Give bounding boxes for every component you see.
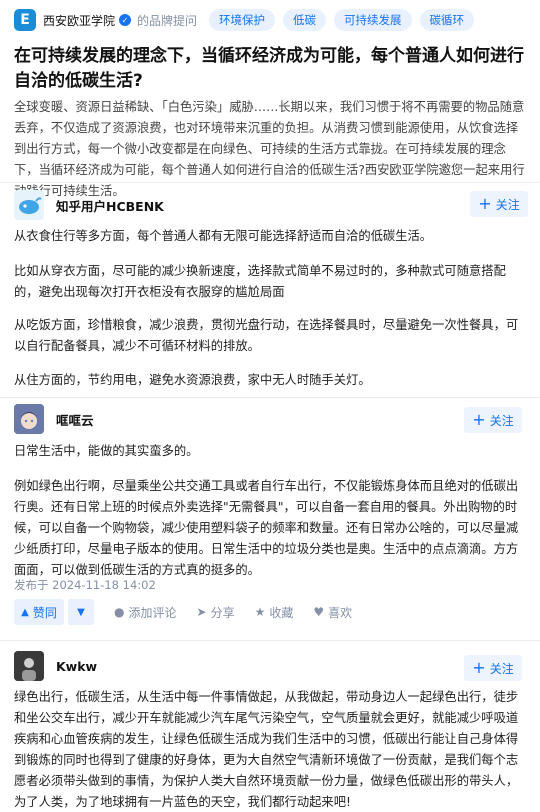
share-button[interactable]: ➤ 分享 [197, 604, 235, 621]
avatar[interactable] [14, 651, 44, 681]
follow-label: 关注 [489, 661, 514, 676]
answer-paragraph: 例如绿色出行啊，尽量乘坐公共交通工具或者自行车出行，不仅能锻炼身体而且绝对的低碳… [14, 479, 519, 577]
topic-tag[interactable]: 低碳 [283, 9, 327, 31]
comment-label: 添加评论 [128, 605, 177, 620]
topic-tags: 环境保护 低碳 可持续发展 碳循环 [209, 9, 482, 31]
plus-icon: + [472, 410, 486, 429]
answer-paragraph: 从衣食住行等多方面，每个普通人都有无限可能选择舒适而自洽的低碳生活。 [14, 229, 433, 243]
share-label: 分享 [210, 605, 235, 620]
follow-label: 关注 [495, 197, 520, 212]
author-name[interactable]: 知乎用户HCBENK [56, 196, 164, 215]
star-icon: ★ [254, 605, 266, 619]
question-title[interactable]: 在可持续发展的理念下，当循环经济成为可能，每个普通人如何进行自洽的低碳生活? [14, 44, 530, 94]
plus-icon: + [478, 194, 492, 213]
publish-date[interactable]: 发布于 2024-11-18 14:02 [14, 577, 156, 593]
triangle-down-icon: ▼ [77, 606, 85, 618]
like-button[interactable]: ♥ 喜欢 [313, 604, 352, 621]
follow-button[interactable]: + 关注 [470, 191, 528, 217]
question-header: E 西安欧亚学院 ✓ 的品牌提问 环境保护 低碳 可持续发展 碳循环 [0, 0, 540, 40]
answer-divider [0, 640, 540, 641]
section-divider [0, 182, 540, 183]
avatar[interactable] [14, 404, 44, 434]
verified-icon: ✓ [119, 14, 132, 26]
question-description: 全球变暖、资源日益稀缺、「白色污染」威胁……长期以来，我们习惯于将不再需要的物品… [14, 100, 525, 198]
answer-divider [0, 397, 540, 398]
org-name-link[interactable]: 西安欧亚学院 [43, 12, 115, 29]
follow-button[interactable]: + 关注 [464, 655, 522, 681]
like-label: 喜欢 [328, 605, 353, 620]
avatar[interactable] [14, 190, 44, 220]
answer-author-row: Kwkw [14, 651, 97, 681]
downvote-button[interactable]: ▼ [68, 599, 94, 625]
heart-icon: ♥ [313, 605, 325, 619]
org-logo[interactable]: E [14, 9, 36, 31]
author-name[interactable]: 哐哐云 [56, 410, 94, 429]
comment-icon: ● [114, 605, 125, 619]
topic-tag[interactable]: 碳循环 [419, 9, 475, 31]
avatar-anime-icon [14, 404, 44, 434]
share-icon: ➤ [196, 605, 207, 619]
plus-icon: + [472, 658, 486, 677]
answer-action-bar: ▲ 赞同 ▼ ● 添加评论 ➤ 分享 ★ 收藏 ♥ 喜欢 [14, 599, 352, 625]
answer-paragraph: 从住方面的，节约用电，避免水资源浪费，家中无人时随手关灯。 [14, 373, 371, 387]
header-subtitle: 的品牌提问 [137, 13, 198, 28]
upvote-button[interactable]: ▲ 赞同 [14, 599, 64, 625]
answer-paragraph: 绿色出行，低碳生活，从生活中每一件事情做起，从我做起，带动身边人一起绿色出行，徒… [14, 690, 519, 809]
triangle-up-icon: ▲ [21, 606, 29, 618]
author-name[interactable]: Kwkw [56, 659, 97, 674]
favorite-label: 收藏 [269, 605, 294, 620]
follow-button[interactable]: + 关注 [464, 407, 522, 433]
answer-author-row: 哐哐云 [14, 404, 94, 434]
answer-paragraph: 日常生活中，能做的其实蛮多的。 [14, 444, 199, 458]
answer-author-row: 知乎用户HCBENK [14, 190, 164, 220]
comment-button[interactable]: ● 添加评论 [114, 604, 177, 621]
favorite-button[interactable]: ★ 收藏 [255, 604, 294, 621]
avatar-photo-icon [14, 651, 44, 681]
follow-label: 关注 [489, 413, 514, 428]
answer-paragraph: 从吃饭方面，珍惜粮食，减少浪费，贯彻光盘行动，在选择餐具时，尽量避免一次性餐具，… [14, 318, 519, 353]
topic-tag[interactable]: 可持续发展 [334, 9, 412, 31]
avatar-whale-icon [19, 197, 42, 214]
upvote-label: 赞同 [32, 605, 57, 620]
answer-paragraph: 比如从穿衣方面，尽可能的减少换新速度，选择款式简单不易过时的，多种款式可随意搭配… [14, 264, 506, 299]
topic-tag[interactable]: 环境保护 [209, 9, 276, 31]
